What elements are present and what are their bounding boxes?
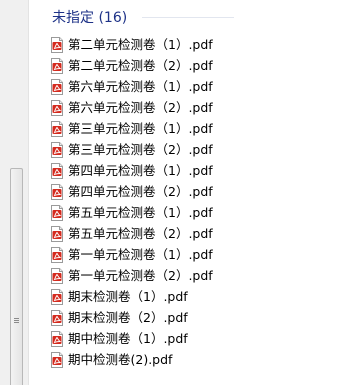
pdf-file-icon (51, 309, 63, 326)
pdf-file-icon (51, 183, 63, 200)
group-divider (142, 17, 234, 18)
file-item[interactable]: 第二单元检测卷（1）.pdf (50, 34, 213, 55)
file-list: 第二单元检测卷（1）.pdf 第二单元检测卷（2）.pdf 第六单元检测卷（1）… (50, 34, 213, 370)
file-item[interactable]: 第一单元检测卷（2）.pdf (50, 265, 213, 286)
file-name: 第一单元检测卷（1）.pdf (68, 247, 213, 262)
file-item[interactable]: 第三单元检测卷（1）.pdf (50, 118, 213, 139)
file-name: 第一单元检测卷（2）.pdf (68, 268, 213, 283)
file-name: 期末检测卷（2）.pdf (68, 310, 188, 325)
pdf-file-icon (51, 78, 63, 95)
file-item[interactable]: 期中检测卷（1）.pdf (50, 328, 213, 349)
file-name: 第六单元检测卷（1）.pdf (68, 79, 213, 94)
pdf-file-icon (51, 267, 63, 284)
file-item[interactable]: 第五单元检测卷（1）.pdf (50, 202, 213, 223)
pdf-file-icon (51, 351, 63, 368)
file-list-pane: 未指定 (16) 第二单元检测卷（1）.pdf 第二单元检测卷（2）.pdf 第… (30, 0, 352, 385)
file-item[interactable]: 第六单元检测卷（1）.pdf (50, 76, 213, 97)
pdf-file-icon (51, 36, 63, 53)
file-name: 期末检测卷（1）.pdf (68, 289, 188, 304)
file-item[interactable]: 第一单元检测卷（1）.pdf (50, 244, 213, 265)
file-name: 第四单元检测卷（2）.pdf (68, 184, 213, 199)
file-item[interactable]: 第四单元检测卷（1）.pdf (50, 160, 213, 181)
scrollbar-grip-icon (14, 318, 19, 324)
explorer-window: 未指定 (16) 第二单元检测卷（1）.pdf 第二单元检测卷（2）.pdf 第… (0, 0, 352, 385)
file-name: 第四单元检测卷（1）.pdf (68, 163, 213, 178)
file-name: 第三单元检测卷（2）.pdf (68, 142, 213, 157)
file-name: 第五单元检测卷（2）.pdf (68, 226, 213, 241)
file-item[interactable]: 期中检测卷(2).pdf (50, 349, 213, 370)
file-item[interactable]: 第二单元检测卷（2）.pdf (50, 55, 213, 76)
pdf-file-icon (51, 99, 63, 116)
file-item[interactable]: 第五单元检测卷（2）.pdf (50, 223, 213, 244)
file-name: 第三单元检测卷（1）.pdf (68, 121, 213, 136)
group-title: 未指定 (16) (52, 10, 128, 26)
file-name: 第六单元检测卷（2）.pdf (68, 100, 213, 115)
file-item[interactable]: 期末检测卷（1）.pdf (50, 286, 213, 307)
pdf-file-icon (51, 120, 63, 137)
group-header[interactable]: 未指定 (16) (52, 6, 127, 28)
pdf-file-icon (51, 225, 63, 242)
file-item[interactable]: 第四单元检测卷（2）.pdf (50, 181, 213, 202)
file-item[interactable]: 第六单元检测卷（2）.pdf (50, 97, 213, 118)
file-name: 期中检测卷(2).pdf (68, 352, 173, 367)
scrollbar-thumb[interactable] (10, 168, 23, 385)
pdf-file-icon (51, 204, 63, 221)
file-name: 第五单元检测卷（1）.pdf (68, 205, 213, 220)
pdf-file-icon (51, 57, 63, 74)
vertical-scrollbar[interactable] (0, 0, 29, 385)
pdf-file-icon (51, 288, 63, 305)
file-name: 期中检测卷（1）.pdf (68, 331, 188, 346)
file-item[interactable]: 期末检测卷（2）.pdf (50, 307, 213, 328)
file-name: 第二单元检测卷（2）.pdf (68, 58, 213, 73)
file-item[interactable]: 第三单元检测卷（2）.pdf (50, 139, 213, 160)
pdf-file-icon (51, 246, 63, 263)
pdf-file-icon (51, 330, 63, 347)
file-name: 第二单元检测卷（1）.pdf (68, 37, 213, 52)
pdf-file-icon (51, 141, 63, 158)
pdf-file-icon (51, 162, 63, 179)
